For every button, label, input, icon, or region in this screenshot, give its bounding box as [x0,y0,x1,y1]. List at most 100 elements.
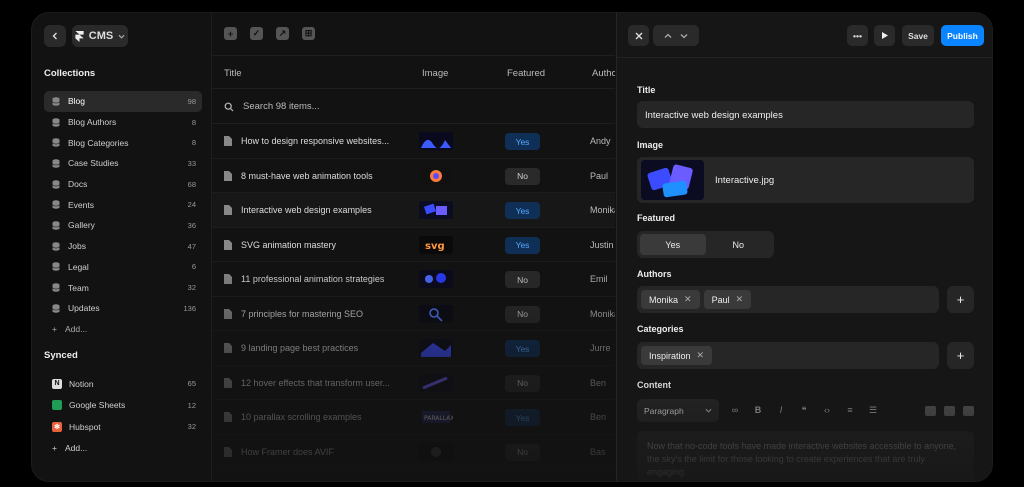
featured-yes-option[interactable]: Yes [640,234,706,255]
row-thumbnail [419,201,453,219]
sidebar-item-jobs[interactable]: Jobs 47 [44,236,202,257]
remove-tag-icon[interactable]: ✕ [684,294,692,305]
back-button[interactable] [44,25,66,47]
authors-field[interactable]: Monika ✕ Paul ✕ [637,286,939,313]
numbered-list-icon[interactable]: ☰ [867,405,879,416]
image-field[interactable]: Interactive.jpg [637,157,974,203]
row-thumbnail: PARALLAX [419,408,453,426]
more-options-button[interactable]: ••• [847,25,868,46]
sidebar-item-blog[interactable]: Blog 98 [44,91,202,112]
code-icon[interactable]: ‹› [821,405,833,416]
grid-view-icon[interactable]: ⊞ [302,27,315,40]
table-row[interactable]: How Framer does AVIF No Bas [212,435,615,469]
featured-badge: No [505,443,540,461]
remove-tag-icon[interactable]: ✕ [697,350,705,361]
sidebar-item-blog-authors[interactable]: Blog Authors 8 [44,112,202,133]
quote-icon[interactable]: ❝ [798,405,810,416]
table-row[interactable]: Interactive web design examples Yes Monika [212,193,615,228]
item-count: 136 [183,303,196,313]
database-icon [52,304,60,313]
collections-list: Blog 98 Blog Authors 8 Blog Categories 8 Case … [44,91,202,339]
table-row[interactable]: 8 must-have web animation tools No Paul [212,159,615,193]
column-image[interactable]: Image [422,68,448,79]
chevron-up-icon[interactable] [664,32,672,40]
cms-label: CMS [88,30,114,42]
row-author: Justin [590,239,614,250]
sidebar-item-docs[interactable]: Docs 68 [44,174,202,195]
table-row[interactable]: 10 parallax scrolling examples PARALLAX Ye… [212,400,615,435]
publish-button[interactable]: Publish [941,25,984,46]
insert-image-icon[interactable] [925,405,936,416]
cms-menu-button[interactable]: CMS [72,25,128,47]
sidebar-item-blog-categories[interactable]: Blog Categories 8 [44,132,202,153]
add-synced-button[interactable]: + Add... [44,438,202,460]
title-field[interactable]: Interactive web design examples [637,101,974,128]
content-editor[interactable]: Now that no-code tools have made interac… [637,431,974,481]
item-count: 6 [191,262,196,272]
document-icon [224,377,232,388]
table-row[interactable]: SVG animation mastery svg Yes Justin [212,228,615,262]
featured-no-option[interactable]: No [706,234,772,255]
add-item-icon[interactable]: + [224,27,237,40]
insert-video-icon[interactable] [944,405,955,416]
chevron-down-icon[interactable] [680,32,688,40]
sidebar-item-label: Hubspot [69,421,101,432]
cms-window: CMS Collections Blog 98 Blog Authors 8 Blog … [31,12,993,482]
sidebar-item-label: Blog Authors [68,117,117,128]
column-author[interactable]: Author [592,68,615,79]
sidebar-item-team[interactable]: Team 32 [44,277,202,298]
table-row[interactable]: 11 professional animation strategies No Em… [212,262,615,297]
featured-badge: Yes [505,133,540,150]
author-tag[interactable]: Monika ✕ [641,290,700,309]
table-row[interactable]: 7 principles for mastering SEO No Monika [212,297,615,331]
google-sheets-icon [52,400,62,411]
table-row[interactable]: 9 landing page best practices Yes Jurre [212,331,615,366]
sidebar-item-legal[interactable]: Legal 6 [44,257,202,278]
category-tag[interactable]: Inspiration ✕ [641,346,713,365]
close-button[interactable] [628,25,649,46]
item-count: 68 [187,179,196,189]
column-featured[interactable]: Featured [507,68,545,79]
insert-embed-icon[interactable] [963,405,974,416]
framer-logo-icon [75,30,84,42]
sidebar-item-label: Legal [68,261,89,272]
sidebar-item-google-sheets[interactable]: Google Sheets 12 [44,395,202,417]
row-title: Interactive web design examples [241,205,372,215]
link-icon[interactable]: ∞ [729,405,741,416]
document-icon [224,412,232,422]
table-row[interactable]: 12 hover effects that transform user... N… [212,366,615,400]
preview-button[interactable] [874,25,895,46]
database-icon [52,97,60,106]
item-count: 47 [187,241,196,251]
row-thumbnail [419,304,453,323]
select-checkbox-icon[interactable]: ✓ [250,27,263,40]
author-tag[interactable]: Paul ✕ [703,290,752,309]
italic-icon[interactable]: I [775,405,787,416]
sidebar-item-events[interactable]: Events 24 [44,194,202,215]
document-icon [224,170,232,181]
row-author: Jurre [590,343,611,353]
add-collection-button[interactable]: + Add... [44,319,202,340]
paragraph-style-value: Paragraph [644,405,684,416]
item-count: 8 [191,138,196,148]
save-button[interactable]: Save [902,25,934,46]
row-title: 9 landing page best practices [241,343,359,353]
sidebar-item-notion[interactable]: N Notion 65 [44,373,202,395]
sidebar-item-hubspot[interactable]: ✻ Hubspot 32 [44,416,202,438]
database-icon [52,221,60,230]
paragraph-style-select[interactable]: Paragraph [637,399,719,422]
add-author-button[interactable]: + [947,286,974,313]
tag-label: Inspiration [649,350,691,361]
add-category-button[interactable]: + [947,342,974,369]
bold-icon[interactable]: B [752,405,764,416]
sidebar-item-gallery[interactable]: Gallery 36 [44,215,202,236]
table-row[interactable]: How to design responsive websites... Yes A… [212,124,615,159]
remove-tag-icon[interactable]: ✕ [736,294,744,305]
column-title[interactable]: Title [224,68,242,79]
sidebar-item-updates[interactable]: Updates 136 [44,298,202,319]
sidebar-item-case-studies[interactable]: Case Studies 33 [44,153,202,174]
search-input[interactable]: Search 98 items... [212,90,615,124]
categories-field[interactable]: Inspiration ✕ [637,342,939,369]
open-external-icon[interactable]: ↗ [276,27,289,40]
bullet-list-icon[interactable]: ≡ [844,405,856,416]
